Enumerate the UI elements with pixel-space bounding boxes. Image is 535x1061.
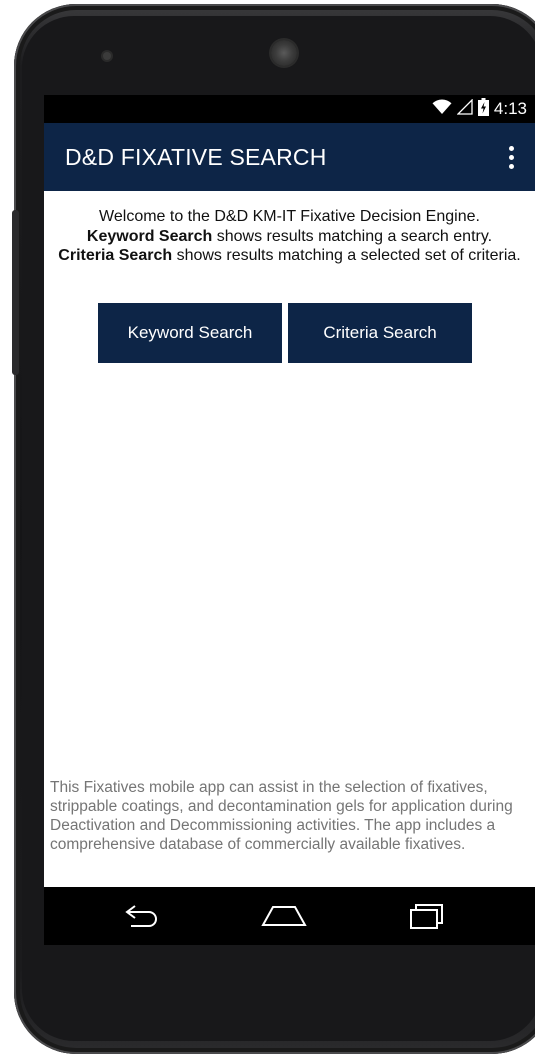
wifi-icon [432,98,452,120]
app-bar: D&D FIXATIVE SEARCH [44,123,535,191]
keyword-search-term: Keyword Search [86,227,213,245]
back-icon[interactable] [112,897,172,935]
keyword-search-button[interactable]: Keyword Search [98,303,282,363]
battery-icon [477,97,489,121]
status-time: 4:13 [493,99,527,118]
recents-icon[interactable] [396,897,456,935]
front-camera [103,52,111,60]
signal-icon [456,97,473,120]
app-title: D&D FIXATIVE SEARCH [65,144,327,170]
welcome-line: Welcome to the D&D KM-IT Fixative Decisi… [99,208,480,225]
search-buttons: Keyword Search Criteria Search [98,303,478,363]
power-button [12,210,19,375]
criteria-search-term: Criteria Search [58,247,173,264]
status-bar: 4:13 [44,95,535,123]
earpiece-speaker [271,40,297,66]
home-icon[interactable] [254,897,314,935]
overflow-menu-icon[interactable] [501,143,521,171]
screenshot-stage: 4:13 D&D FIXATIVE SEARCH Welcome to the … [0,0,535,1061]
phone-screen: 4:13 D&D FIXATIVE SEARCH Welcome to the … [44,95,535,945]
keyword-search-description: shows results matching a search entry. [212,227,493,245]
welcome-text: Welcome to the D&D KM-IT Fixative Decisi… [52,207,527,266]
app-description: This Fixatives mobile app can assist in … [50,779,513,853]
criteria-search-description: shows results matching a selected set of… [172,247,521,264]
navigation-bar [44,887,535,945]
criteria-search-button[interactable]: Criteria Search [288,303,472,363]
status-icons: 4:13 [432,97,527,121]
